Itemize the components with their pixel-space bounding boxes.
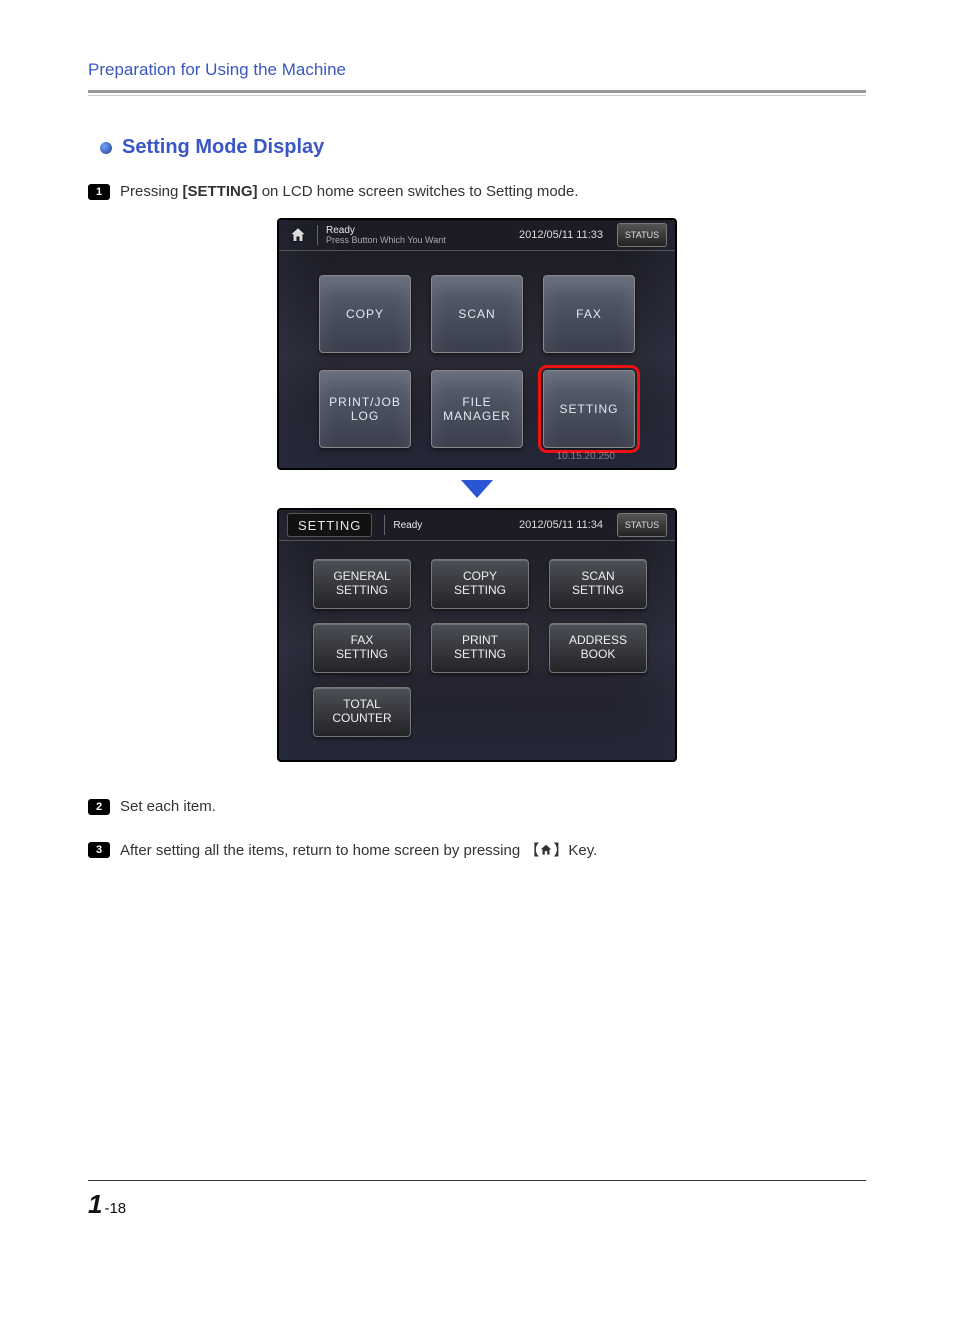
bullet-icon [100, 142, 112, 154]
top-bar: SETTING Ready 2012/05/11 11:34 STATUS [279, 510, 675, 541]
setting-row: GENERAL SETTING COPY SETTING SCAN SETTIN… [313, 559, 647, 609]
scan-tile[interactable]: SCAN [431, 275, 523, 353]
divider [384, 515, 385, 535]
address-book-button[interactable]: ADDRESS BOOK [549, 623, 647, 673]
manual-page: Preparation for Using the Machine Settin… [0, 0, 954, 1260]
step-text-post: on LCD home screen switches to Setting m… [258, 183, 579, 200]
arrow-down-icon [461, 480, 493, 498]
step-number-badge: 3 [88, 842, 110, 858]
ready-sublabel: Press Button Which You Want [326, 236, 446, 246]
divider [317, 225, 318, 245]
page-footer: 1 -18 [88, 1180, 866, 1220]
step-row: 3 After setting all the items, return to… [88, 839, 866, 860]
step-text-post: 】Key. [553, 842, 597, 859]
fax-setting-button[interactable]: FAX SETTING [313, 623, 411, 673]
home-icon [539, 843, 553, 857]
ready-label: Ready [326, 225, 446, 236]
tile-row-1: COPY SCAN FAX [279, 275, 675, 353]
timestamp: 2012/05/11 11:34 [519, 519, 603, 531]
tile-row-2: PRINT/JOB LOG FILE MANAGER SETTING [279, 370, 675, 448]
step-number-badge: 1 [88, 184, 110, 200]
step-text-pre: After setting all the items, return to h… [120, 842, 539, 859]
step-text-pre: Pressing [120, 183, 183, 200]
timestamp: 2012/05/11 11:33 [519, 229, 603, 241]
setting-tab[interactable]: SETTING [287, 513, 372, 537]
home-icon[interactable] [287, 225, 309, 245]
step-text: Set each item. [120, 798, 216, 815]
step-row: 1 Pressing [SETTING] on LCD home screen … [88, 183, 866, 200]
ip-address: 10.15.20.250 [557, 451, 615, 462]
lcd-home-screen: Ready Press Button Which You Want 2012/0… [277, 218, 677, 470]
total-counter-button[interactable]: TOTAL COUNTER [313, 687, 411, 737]
setting-tile[interactable]: SETTING [543, 370, 635, 448]
fax-tile[interactable]: FAX [543, 275, 635, 353]
status-button[interactable]: STATUS [617, 513, 667, 537]
header-rule [88, 90, 866, 96]
step-number-badge: 2 [88, 799, 110, 815]
status-button[interactable]: STATUS [617, 223, 667, 247]
ready-block: Ready Press Button Which You Want [326, 225, 446, 246]
step-text: After setting all the items, return to h… [120, 839, 597, 860]
step-row: 2 Set each item. [88, 798, 866, 815]
general-setting-button[interactable]: GENERAL SETTING [313, 559, 411, 609]
top-bar: Ready Press Button Which You Want 2012/0… [279, 220, 675, 251]
step-text-bold: [SETTING] [183, 183, 258, 200]
setting-row: TOTAL COUNTER [313, 687, 411, 737]
step-text: Pressing [SETTING] on LCD home screen sw… [120, 183, 579, 200]
chapter-title: Preparation for Using the Machine [88, 60, 866, 80]
print-setting-button[interactable]: PRINT SETTING [431, 623, 529, 673]
setting-buttons: GENERAL SETTING COPY SETTING SCAN SETTIN… [279, 559, 675, 737]
page-chapter-number: 1 [88, 1189, 102, 1220]
printjob-tile[interactable]: PRINT/JOB LOG [319, 370, 411, 448]
setting-row: FAX SETTING PRINT SETTING ADDRESS BOOK [313, 623, 647, 673]
screens-column: Ready Press Button Which You Want 2012/0… [88, 218, 866, 762]
lcd-setting-screen: SETTING Ready 2012/05/11 11:34 STATUS GE… [277, 508, 677, 762]
ready-block: Ready [393, 520, 422, 531]
copy-tile[interactable]: COPY [319, 275, 411, 353]
section-title: Setting Mode Display [122, 136, 324, 159]
filemanager-tile[interactable]: FILE MANAGER [431, 370, 523, 448]
ready-label: Ready [393, 520, 422, 531]
scan-setting-button[interactable]: SCAN SETTING [549, 559, 647, 609]
page-number: -18 [104, 1200, 126, 1217]
section-heading: Setting Mode Display [100, 136, 866, 159]
copy-setting-button[interactable]: COPY SETTING [431, 559, 529, 609]
